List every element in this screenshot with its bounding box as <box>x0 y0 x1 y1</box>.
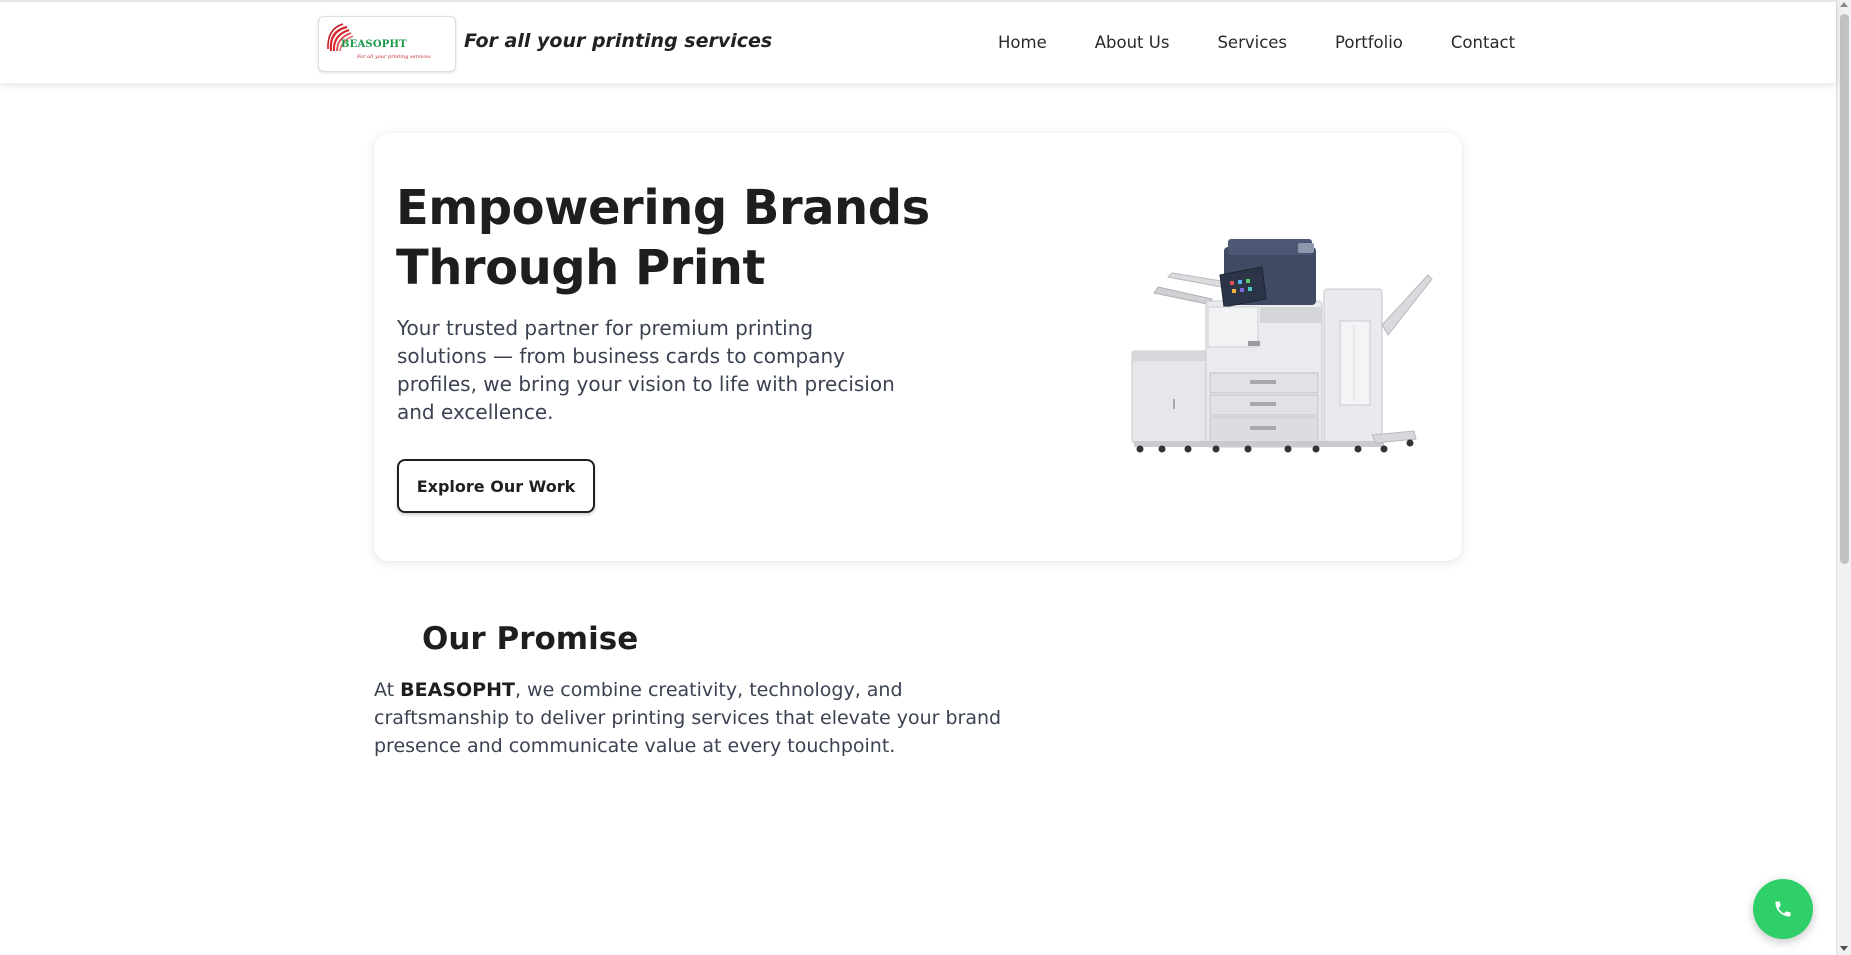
logo-tagline: For all your printing services <box>357 54 431 60</box>
promise-text: At BEASOPHT, we combine creativity, tech… <box>374 676 1034 760</box>
promise-brand: BEASOPHT <box>400 679 515 701</box>
phone-icon <box>1775 901 1791 917</box>
hero-subtitle: Your trusted partner for premium printin… <box>397 316 895 424</box>
hero-title-line-2: Through Print <box>396 240 765 296</box>
nav-home[interactable]: Home <box>998 33 1047 52</box>
scroll-down-arrow-icon[interactable] <box>1840 946 1848 951</box>
main-nav: Home About Us Services Portfolio Contact <box>998 33 1515 52</box>
hero-title-line-1: Empowering Brands <box>396 180 930 236</box>
scroll-thumb[interactable] <box>1840 14 1849 564</box>
site-header: BEASOPHT For all your printing services … <box>0 0 1836 83</box>
call-button[interactable] <box>1753 879 1813 939</box>
nav-contact[interactable]: Contact <box>1451 33 1515 52</box>
promise-title: Our Promise <box>422 621 639 657</box>
explore-our-work-button[interactable]: Explore Our Work <box>397 459 595 513</box>
printer-image <box>1131 239 1433 453</box>
scroll-up-arrow-icon[interactable] <box>1840 2 1848 7</box>
logo-name: BEASOPHT <box>341 39 407 50</box>
hero-title: Empowering Brands Through Print <box>396 178 956 298</box>
scrollbar[interactable] <box>1836 0 1851 955</box>
nav-about-us[interactable]: About Us <box>1095 33 1170 52</box>
nav-services[interactable]: Services <box>1217 33 1287 52</box>
logo[interactable]: BEASOPHT For all your printing services <box>318 16 456 72</box>
promise-text-prefix: At <box>374 679 401 701</box>
header-tagline: For all your printing services <box>464 30 773 52</box>
nav-portfolio[interactable]: Portfolio <box>1335 33 1403 52</box>
hero-card: Empowering Brands Through Print Your tru… <box>374 133 1462 561</box>
